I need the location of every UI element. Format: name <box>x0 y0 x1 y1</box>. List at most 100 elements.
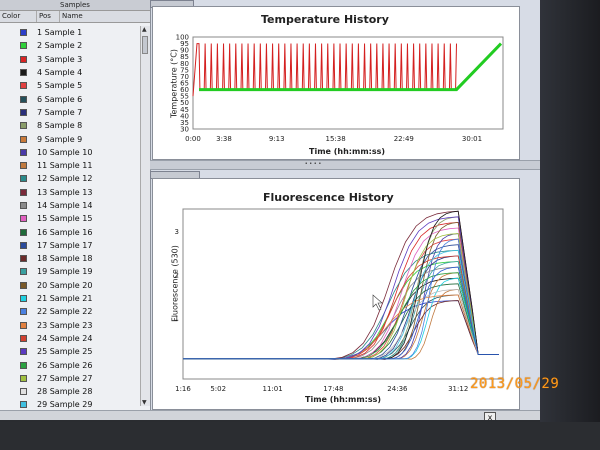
sample-row[interactable]: 10 Sample 10 <box>0 146 140 159</box>
sample-label: 7 Sample 7 <box>37 107 83 117</box>
sample-row[interactable]: 25 Sample 25 <box>0 345 140 358</box>
sample-label: 19 Sample 19 <box>37 267 93 277</box>
sample-label: 18 Sample 18 <box>37 254 93 264</box>
sample-label: 10 Sample 10 <box>37 147 93 157</box>
sample-row[interactable]: 15 Sample 15 <box>0 212 140 225</box>
sample-color-swatch[interactable] <box>20 202 27 209</box>
sample-label: 6 Sample 6 <box>37 94 83 104</box>
close-button[interactable]: x <box>484 412 496 420</box>
sample-label: 29 Sample 29 <box>37 400 93 410</box>
sample-row[interactable]: 24 Sample 24 <box>0 332 140 345</box>
temperature-x-tick: 3:38 <box>216 135 232 143</box>
sample-label: 13 Sample 13 <box>37 187 93 197</box>
sample-row[interactable]: 17 Sample 17 <box>0 239 140 252</box>
sample-list: 1 Sample 1 2 Sample 2 3 Sample 3 4 Sample 4… <box>0 26 140 420</box>
sample-label: 27 Sample 27 <box>37 373 93 383</box>
fluorescence-plot-area <box>182 208 504 380</box>
scroll-up-icon[interactable]: ▲ <box>142 26 147 33</box>
sample-color-swatch[interactable] <box>20 55 27 63</box>
sample-row[interactable]: 14 Sample 14 <box>0 199 140 212</box>
column-header-name[interactable]: Name <box>60 11 124 22</box>
sample-color-swatch[interactable] <box>20 82 27 90</box>
sample-label: 28 Sample 28 <box>37 387 93 397</box>
sample-color-swatch[interactable] <box>20 42 27 50</box>
sample-label: 11 Sample 11 <box>37 161 93 171</box>
sample-color-swatch[interactable] <box>20 388 27 396</box>
application-window: Samples Color Pos Name 1 Sample 1 2 Sampl… <box>0 0 540 420</box>
sample-label: 20 Sample 20 <box>37 280 93 290</box>
sample-color-swatch[interactable] <box>20 228 27 236</box>
sample-row[interactable]: 11 Sample 11 <box>0 159 140 172</box>
sample-color-swatch[interactable] <box>20 255 27 263</box>
sample-color-swatch[interactable] <box>20 108 27 116</box>
temperature-x-tick: 30:01 <box>462 135 482 143</box>
sample-label: 16 Sample 16 <box>37 227 93 237</box>
sample-row[interactable]: 3 Sample 3 <box>0 53 140 66</box>
sample-color-swatch[interactable] <box>20 29 27 37</box>
temperature-x-axis-label: Time (hh:mm:ss) <box>309 147 386 156</box>
sample-row[interactable]: 19 Sample 19 <box>0 265 140 278</box>
sample-label: 17 Sample 17 <box>37 240 93 250</box>
sample-color-swatch[interactable] <box>20 215 27 223</box>
sample-color-swatch[interactable] <box>20 122 27 130</box>
sample-color-swatch[interactable] <box>20 374 27 382</box>
scrollbar-thumb[interactable] <box>142 36 148 54</box>
column-header-color[interactable]: Color <box>0 11 37 22</box>
sample-row[interactable]: 21 Sample 21 <box>0 292 140 305</box>
sample-color-swatch[interactable] <box>20 308 27 316</box>
sample-row[interactable]: 26 Sample 26 <box>0 358 140 371</box>
sample-row[interactable]: 28 Sample 28 <box>0 385 140 398</box>
fluorescence-x-tick: 31:12 <box>448 385 468 393</box>
sample-color-swatch[interactable] <box>20 162 27 170</box>
sample-color-swatch[interactable] <box>20 281 27 289</box>
sample-color-swatch[interactable] <box>20 401 27 409</box>
fluorescence-y-axis-label: Fluorescence (530) <box>170 245 180 322</box>
scroll-down-icon[interactable]: ▼ <box>142 399 147 406</box>
sample-label: 21 Sample 21 <box>37 294 93 304</box>
sample-row[interactable]: 2 Sample 2 <box>0 39 140 52</box>
sample-row[interactable]: 9 Sample 9 <box>0 132 140 145</box>
sample-color-swatch[interactable] <box>20 321 27 329</box>
sample-label: 15 Sample 15 <box>37 214 93 224</box>
temperature-x-tick: 9:13 <box>269 135 285 143</box>
sample-row[interactable]: 20 Sample 20 <box>0 279 140 292</box>
sample-color-swatch[interactable] <box>20 268 27 276</box>
sample-row[interactable]: 22 Sample 22 <box>0 305 140 318</box>
sample-row[interactable]: 12 Sample 12 <box>0 172 140 185</box>
sample-row[interactable]: 7 Sample 7 <box>0 106 140 119</box>
sample-row[interactable]: 4 Sample 4 <box>0 66 140 79</box>
temperature-y-tick: 30 <box>180 126 189 134</box>
fluorescence-x-tick: 1:16 <box>175 385 191 393</box>
sample-row[interactable]: 6 Sample 6 <box>0 92 140 105</box>
sample-row[interactable]: 23 Sample 23 <box>0 319 140 332</box>
sample-color-swatch[interactable] <box>20 69 27 77</box>
sample-row[interactable]: 16 Sample 16 <box>0 225 140 238</box>
fluorescence-x-tick: 24:36 <box>387 385 408 393</box>
sample-row[interactable]: 8 Sample 8 <box>0 119 140 132</box>
samples-panel: Samples Color Pos Name 1 Sample 1 2 Sampl… <box>0 0 151 420</box>
sample-color-swatch[interactable] <box>20 95 27 103</box>
sample-color-swatch[interactable] <box>20 348 27 356</box>
sample-color-swatch[interactable] <box>20 135 27 143</box>
sample-list-scrollbar[interactable]: ▲ ▼ <box>140 26 150 406</box>
sample-color-swatch[interactable] <box>20 295 27 303</box>
sample-color-swatch[interactable] <box>20 334 27 342</box>
sample-row[interactable]: 13 Sample 13 <box>0 186 140 199</box>
fluorescence-x-axis-label: Time (hh:mm:ss) <box>305 395 382 404</box>
sample-label: 26 Sample 26 <box>37 360 93 370</box>
fluorescence-x-tick: 11:01 <box>263 385 283 393</box>
sample-row[interactable]: 1 Sample 1 <box>0 26 140 39</box>
panel-splitter[interactable]: • • • • <box>150 160 540 170</box>
sample-color-swatch[interactable] <box>20 241 27 249</box>
fluorescence-chart: 3211:16 5:02 11:01 17:48 24:36 31:12 <box>175 208 504 393</box>
column-header-pos[interactable]: Pos <box>37 11 60 22</box>
sample-row[interactable]: 18 Sample 18 <box>0 252 140 265</box>
sample-row[interactable]: 5 Sample 5 <box>0 79 140 92</box>
sample-row[interactable]: 27 Sample 27 <box>0 372 140 385</box>
sample-color-swatch[interactable] <box>20 188 27 196</box>
splitter-grip-icon[interactable]: • • • • <box>298 162 328 167</box>
sample-color-swatch[interactable] <box>20 361 27 369</box>
fluorescence-x-tick: 17:48 <box>323 385 343 393</box>
sample-color-swatch[interactable] <box>20 148 27 156</box>
sample-color-swatch[interactable] <box>20 175 27 183</box>
